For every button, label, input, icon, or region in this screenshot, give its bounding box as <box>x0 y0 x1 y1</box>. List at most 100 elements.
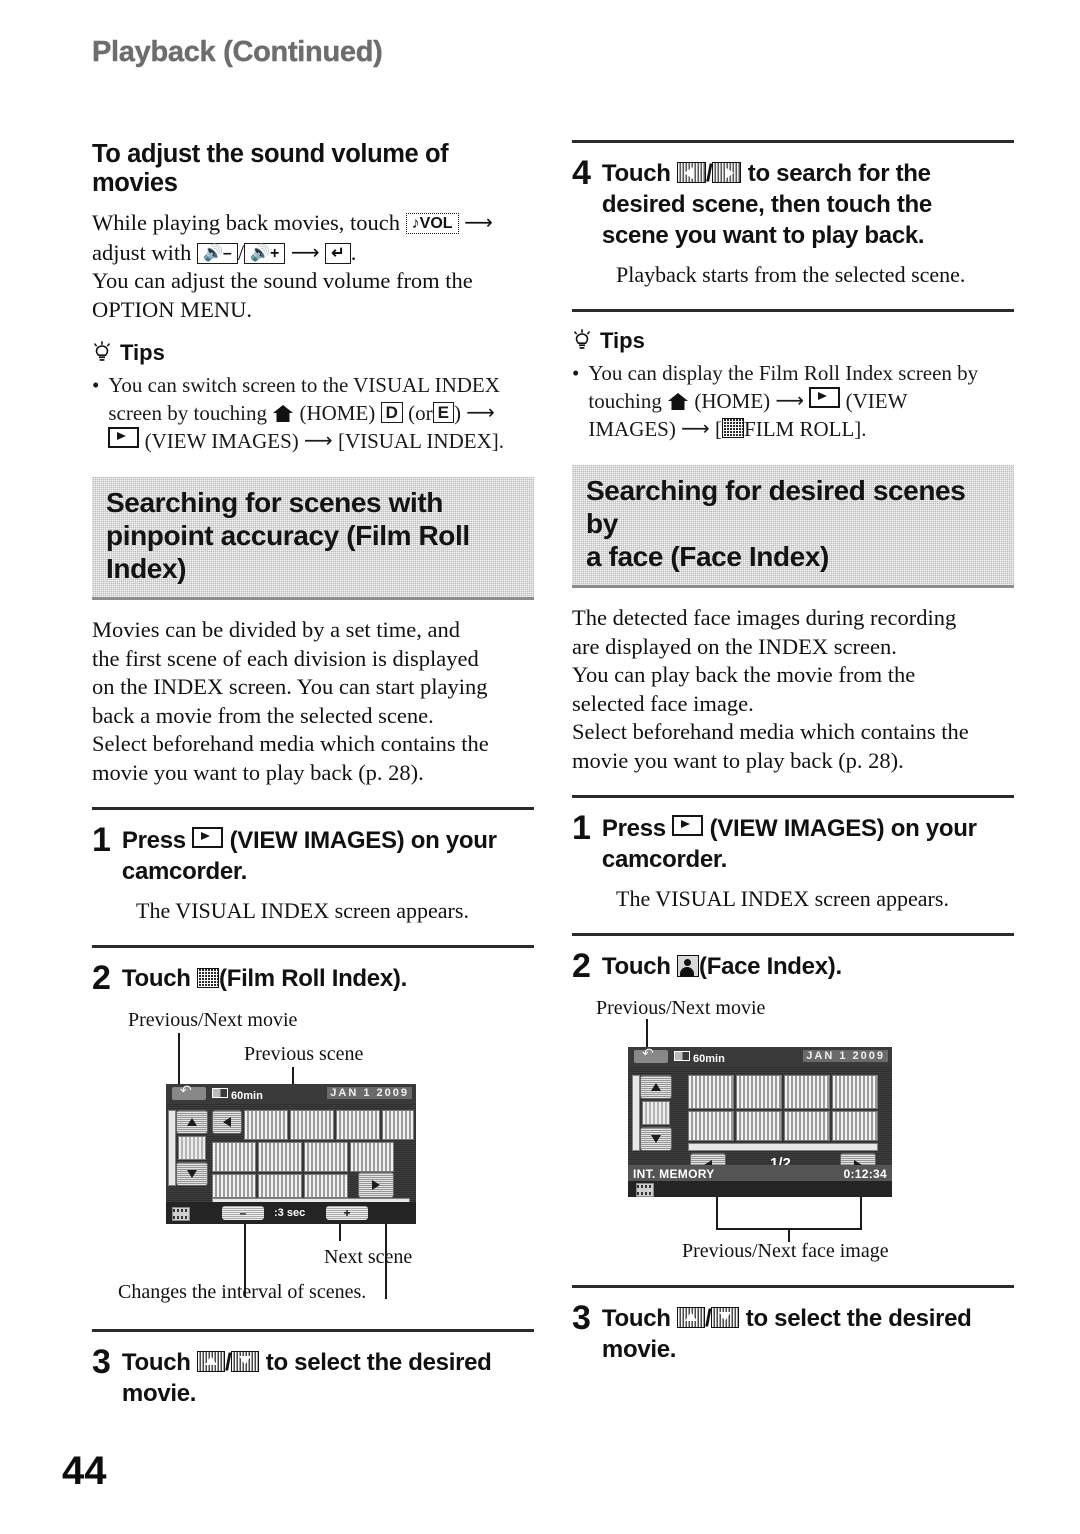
lcd-scene-thumb[interactable] <box>382 1110 414 1140</box>
lcd-interval-minus-button[interactable]: – <box>222 1206 264 1220</box>
filmstrip-icon[interactable] <box>636 1183 654 1197</box>
tip-text-left: You can switch screen to the VISUAL INDE… <box>108 372 534 455</box>
step-number: 2 <box>92 959 111 997</box>
lcd-status-bar: INT. MEMORY 0:12:34 <box>628 1165 892 1181</box>
home-icon <box>667 391 689 410</box>
tip-line1: You can display the Film Roll Index scre… <box>588 361 979 385</box>
step-text: Touch / to select the desired movie. <box>121 1349 492 1407</box>
banner-line-2: pinpoint accuracy (Film Roll <box>106 520 470 551</box>
open-bracket: [ <box>715 417 723 441</box>
lcd-scene-thumb[interactable] <box>258 1174 302 1198</box>
lcd-face-thumb[interactable] <box>784 1075 830 1109</box>
section-divider <box>572 309 1014 312</box>
lcd-scene-thumb[interactable] <box>212 1142 256 1172</box>
lcd-scene-thumb[interactable] <box>304 1174 348 1198</box>
step1-text-b: (VIEW IMAGES) on your <box>709 815 977 842</box>
section-divider <box>572 140 1014 143</box>
lcd-scene-thumb[interactable] <box>212 1174 256 1198</box>
intro-line-2: are displayed on the INDEX screen. <box>572 633 897 659</box>
tip-line2: touching <box>588 389 662 413</box>
left-column: To adjust the sound volume of movies Whi… <box>92 140 534 1409</box>
arrow-icon: ⟶ <box>681 416 710 440</box>
lcd-prev-movie-button[interactable] <box>640 1075 672 1099</box>
lcd-face-thumb[interactable] <box>832 1075 878 1109</box>
step2-text-b: (Film Roll Index). <box>219 965 407 992</box>
lcd-screen-face-index: 60min JAN 1 2009 1/2 <box>628 1047 892 1197</box>
lcd-timecode: 0:12:34 <box>843 1167 887 1181</box>
arrow-icon: ⟶ <box>304 428 333 452</box>
step-4-right: 4 Touch / to search for the desired scen… <box>572 156 1014 251</box>
step-text: Touch / to search for the desired scene,… <box>601 160 932 249</box>
home-label: (HOME) <box>694 389 771 413</box>
lcd-face-thumb[interactable] <box>736 1111 782 1141</box>
arrow-icon: ⟶ <box>775 388 805 412</box>
step2-text-b: (Face Index). <box>699 953 842 980</box>
lcd-current-movie-thumb[interactable] <box>178 1136 206 1160</box>
lcd-toolbar: – :3 sec + <box>166 1202 416 1224</box>
lcd-scene-thumb[interactable] <box>336 1110 380 1140</box>
lcd-battery-indicator: 60min <box>212 1088 263 1102</box>
intro-line-1: The detected face images during recordin… <box>572 605 957 630</box>
step-1-note-right: The VISUAL INDEX screen appears. <box>616 886 949 911</box>
lcd-next-movie-button[interactable] <box>176 1162 208 1186</box>
view-images-icon <box>809 387 841 408</box>
banner-line-1: Searching for scenes with <box>106 487 443 518</box>
lcd-next-movie-button[interactable] <box>640 1127 672 1151</box>
tip-item-right: • You can display the Film Roll Index sc… <box>572 360 1014 443</box>
tips-label: Tips <box>600 328 645 353</box>
lightbulb-icon <box>92 341 112 365</box>
close-paren: ) <box>453 401 461 425</box>
lcd-face-thumb[interactable] <box>832 1111 878 1141</box>
film-roll-intro: Movies can be divided by a set time, and… <box>92 616 534 787</box>
running-header: Playback (Continued) <box>92 36 383 68</box>
step4-text-d: scene you want to play back. <box>601 222 925 249</box>
lcd-current-movie-thumb[interactable] <box>642 1101 670 1125</box>
step-3-left: 3 Touch / to select the desired movie. <box>92 1343 534 1409</box>
step3-text-b: to select the desired <box>745 1305 972 1332</box>
arrow-icon: ⟶ <box>464 210 493 234</box>
volume-section-heading: To adjust the sound volume of movies <box>92 140 449 197</box>
step-1-note-left: The VISUAL INDEX screen appears. <box>136 898 469 923</box>
lightbulb-icon <box>572 329 592 353</box>
view-images-icon <box>672 815 704 836</box>
filmstrip-icon[interactable] <box>172 1207 190 1221</box>
lcd-face-thumb[interactable] <box>736 1075 782 1109</box>
lcd-screen-film-roll: 60min JAN 1 2009 <box>166 1084 416 1224</box>
lcd-next-scene-button[interactable] <box>358 1172 394 1198</box>
banner-line-3: Index) <box>106 553 187 584</box>
tip-line1: You can switch screen to the VISUAL INDE… <box>108 373 500 397</box>
callout-prev-scene: Previous scene <box>244 1043 364 1065</box>
vol-key-icon: ♪VOL <box>405 213 459 234</box>
lcd-face-thumb[interactable] <box>784 1111 830 1141</box>
lcd-interval-plus-button[interactable]: + <box>326 1206 368 1220</box>
key-d-icon: D <box>380 402 403 423</box>
lcd-face-thumb[interactable] <box>688 1111 734 1141</box>
lcd-scene-thumb[interactable] <box>244 1110 288 1140</box>
lcd-return-button[interactable] <box>172 1084 206 1100</box>
lcd-scroll-rail[interactable] <box>632 1075 640 1151</box>
home-icon <box>272 403 294 422</box>
step-number: 3 <box>92 1343 111 1381</box>
lcd-scroll-rail[interactable] <box>168 1110 176 1186</box>
step3-text-a: Touch <box>601 1305 671 1332</box>
lcd-scene-thumb[interactable] <box>350 1142 394 1172</box>
lcd-face-thumb[interactable] <box>688 1075 734 1109</box>
step1-text-c: camcorder. <box>601 846 727 873</box>
lcd-scene-thumb[interactable] <box>304 1142 348 1172</box>
lcd-toolbar <box>628 1181 892 1197</box>
volume-line1-text: While playing back movies, touch <box>92 210 401 235</box>
callout-prev-next-movie: Previous/Next movie <box>596 997 766 1019</box>
intro-line-4: back a movie from the selected scene. <box>92 702 434 728</box>
lcd-horizontal-scrollbar[interactable] <box>688 1143 878 1151</box>
step-2-right: 2 Touch (Face Index). <box>572 949 1014 983</box>
callout-prev-next-face: Previous/Next face image <box>682 1240 889 1262</box>
lcd-prev-movie-button[interactable] <box>176 1110 208 1134</box>
tips-label: Tips <box>120 340 165 365</box>
intro-line-5: Select beforehand media which contains t… <box>92 731 489 756</box>
lcd-scene-thumb[interactable] <box>258 1142 302 1172</box>
intro-line-3: You can play back the movie from the <box>572 662 916 687</box>
lcd-return-button[interactable] <box>634 1047 668 1063</box>
lcd-prev-scene-button[interactable] <box>212 1110 242 1134</box>
lcd-scene-thumb[interactable] <box>290 1110 334 1140</box>
step2-text-a: Touch <box>601 953 671 980</box>
